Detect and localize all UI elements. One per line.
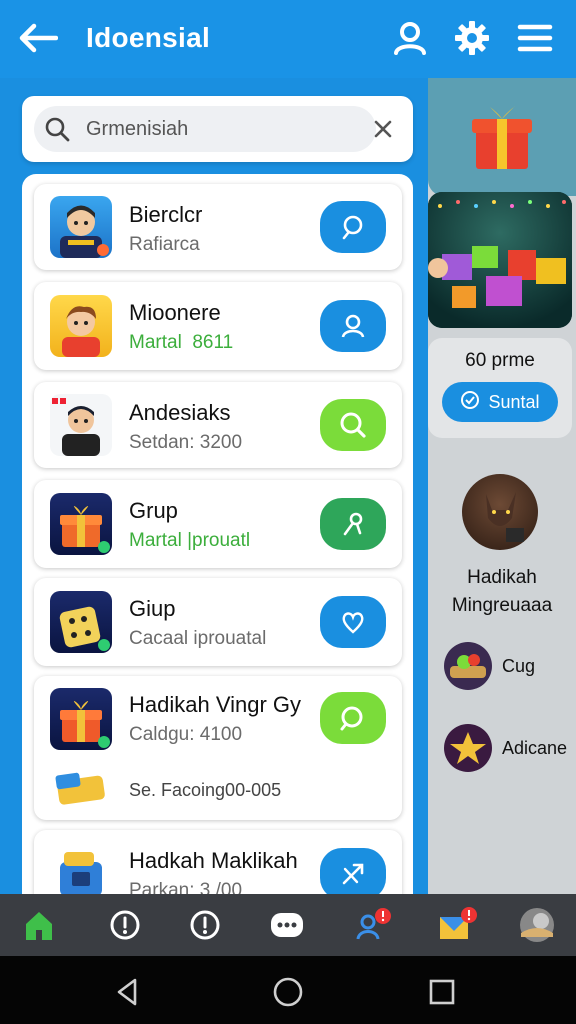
avatar [50, 591, 112, 653]
party-gifts-image[interactable] [428, 192, 572, 328]
recents-square-icon[interactable] [424, 974, 460, 1010]
alert-icon[interactable] [104, 904, 146, 946]
side-list-item[interactable]: Cug [444, 642, 576, 692]
share-action-button[interactable] [320, 848, 386, 900]
info-icon[interactable] [184, 904, 226, 946]
side-list-item[interactable]: Adicane [444, 724, 576, 774]
avatar [50, 688, 112, 750]
search-action-button[interactable] [320, 399, 386, 451]
list-item[interactable]: Andesiaks Setdan: 3200 [34, 382, 402, 468]
search-action-button[interactable] [320, 692, 386, 744]
heart-action-button[interactable] [320, 596, 386, 648]
avatar [50, 394, 112, 456]
item-title: Andesiaks [129, 400, 231, 425]
avatar [50, 493, 112, 555]
item-subtitle: Martal 8611 [129, 332, 234, 353]
list-item[interactable]: Grup Martal |prouatl [34, 480, 402, 568]
friends-icon[interactable] [352, 904, 394, 946]
bottom-navigation [0, 894, 576, 956]
result-list: Bierclcr Rafiarca Mioonere Martal 8611 A… [22, 174, 413, 914]
prime-card: 60 prme Suntal [428, 338, 572, 438]
profile-avatar[interactable] [462, 474, 538, 550]
home-icon[interactable] [18, 904, 60, 946]
prime-label: 60 prme [465, 350, 535, 371]
list-item[interactable]: Mioonere Martal 8611 [34, 282, 402, 370]
hamburger-menu-icon[interactable] [515, 18, 555, 58]
profile-icon[interactable] [390, 18, 430, 58]
item-title: Mioonere [129, 300, 221, 325]
search-action-button[interactable] [320, 201, 386, 253]
back-triangle-icon[interactable] [110, 974, 146, 1010]
list-item[interactable]: Giup Cacaal iprouatal [34, 578, 402, 666]
search-field[interactable] [34, 106, 376, 152]
check-circle-icon [460, 390, 480, 415]
system-navigation-bar [0, 956, 576, 1024]
ticket-icon [54, 770, 110, 810]
list-item[interactable]: Bierclcr Rafiarca [34, 184, 402, 270]
home-circle-icon[interactable] [270, 974, 306, 1010]
profile-name-line2: Mingreuaaa [451, 595, 553, 616]
item-title: Giup [129, 596, 176, 621]
item-subtitle: Cacaal iprouatal [129, 628, 267, 649]
list-item[interactable]: Hadikah Vingr Gy Caldgu: 4100 Se. Facoin… [34, 676, 402, 820]
profile-action-button[interactable] [320, 300, 386, 352]
user-avatar-icon[interactable] [516, 904, 558, 946]
profile-side-card: Hadikah Mingreuaaa Cug Adicane [428, 450, 576, 894]
back-arrow-icon[interactable] [16, 18, 60, 58]
gift-tile[interactable] [428, 78, 576, 196]
item-subtitle: Rafiarca [129, 234, 200, 255]
item-title: Bierclcr [129, 202, 203, 227]
gift-icon [470, 99, 534, 176]
profile-name-line1: Hadikah [467, 567, 537, 588]
side-item-label: Cug [502, 656, 536, 676]
thumbnail [444, 724, 492, 772]
search-input[interactable] [86, 115, 366, 143]
side-item-label: Adicane [502, 738, 568, 758]
settings-gear-icon[interactable] [452, 18, 492, 58]
item-title: Hadikah Vingr Gy [129, 692, 302, 717]
edit-action-button[interactable] [320, 498, 386, 550]
thumbnail [444, 642, 492, 690]
prime-button-label: Suntal [488, 391, 540, 412]
item-subtitle: Caldgu: 4100 [129, 724, 243, 745]
avatar [50, 196, 112, 258]
item-subtitle: Setdan: 3200 [129, 432, 243, 453]
search-icon [44, 116, 70, 142]
chat-bubble-icon[interactable] [266, 904, 308, 946]
search-card [22, 96, 413, 162]
item-title: Hadkah Maklikah [129, 848, 298, 873]
mail-icon[interactable] [436, 904, 478, 946]
top-app-bar: Idoensial [0, 0, 576, 78]
item-title: Grup [129, 498, 178, 523]
close-icon[interactable] [370, 116, 396, 142]
item-extra: Se. Facoing00-005 [129, 780, 282, 800]
item-subtitle: Martal |prouatl [129, 530, 251, 551]
profile-name: Hadikah Mingreuaaa [428, 564, 576, 620]
avatar [50, 295, 112, 357]
prime-button[interactable]: Suntal [442, 382, 558, 422]
app-title: Idoensial [86, 22, 211, 53]
